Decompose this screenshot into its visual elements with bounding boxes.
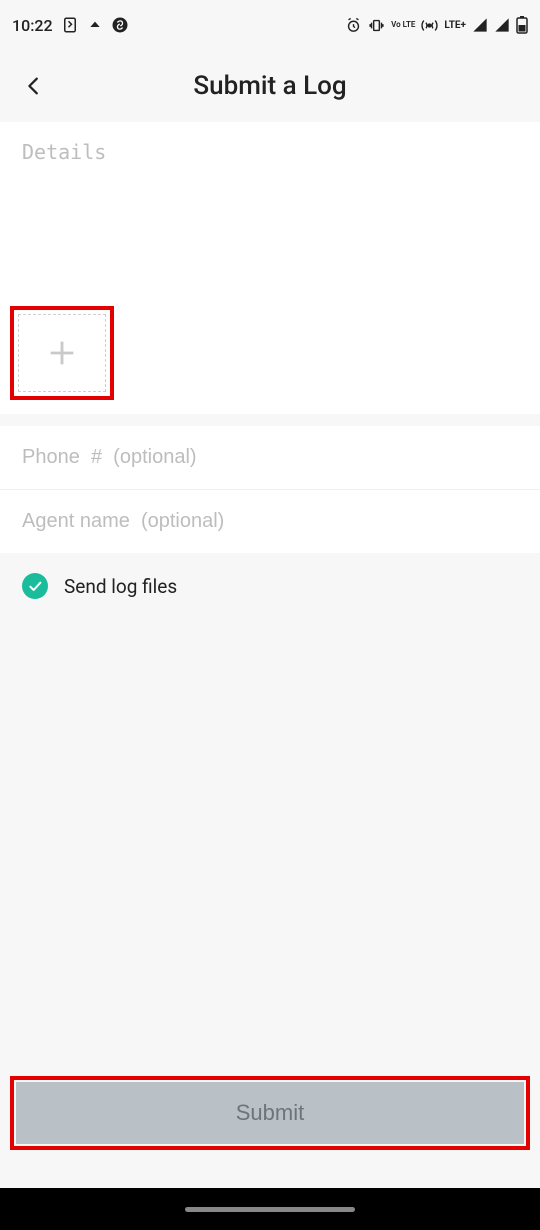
alarm-icon [345,17,362,34]
battery-icon [516,16,528,34]
home-pill-icon [185,1207,355,1212]
app-header: Submit a Log [0,50,540,122]
attachment-highlight [10,306,114,400]
phone-row [0,426,540,490]
vibrate-icon [368,17,385,34]
status-time: 10:22 [12,16,53,35]
signal-icon-2 [494,17,510,33]
send-log-files-label: Send log files [64,575,177,598]
chevron-up-icon [87,17,103,33]
chevron-left-icon [23,75,45,97]
status-bar: 10:22 Vo LTE LTE+ [0,0,540,50]
notification-icon-1 [61,16,79,34]
submit-button[interactable]: Submit [16,1082,524,1144]
details-input[interactable] [22,140,518,290]
back-button[interactable] [18,70,50,102]
add-attachment-button[interactable] [18,314,106,392]
agent-name-input[interactable] [22,510,518,533]
volte-icon: Vo LTE [391,21,415,29]
page-title: Submit a Log [193,71,346,101]
hotspot-icon [421,17,438,34]
signal-icon-1 [472,17,488,33]
phone-input[interactable] [22,446,518,469]
system-navbar[interactable] [0,1188,540,1230]
attachment-section [0,300,540,414]
checkmark-icon [22,573,48,599]
send-log-files-toggle[interactable]: Send log files [0,553,540,619]
agent-row [0,490,540,553]
shazam-icon [111,16,129,34]
submit-highlight: Submit [10,1076,530,1150]
details-section [0,122,540,300]
plus-icon [45,336,79,370]
network-type-label: LTE+ [444,20,466,31]
